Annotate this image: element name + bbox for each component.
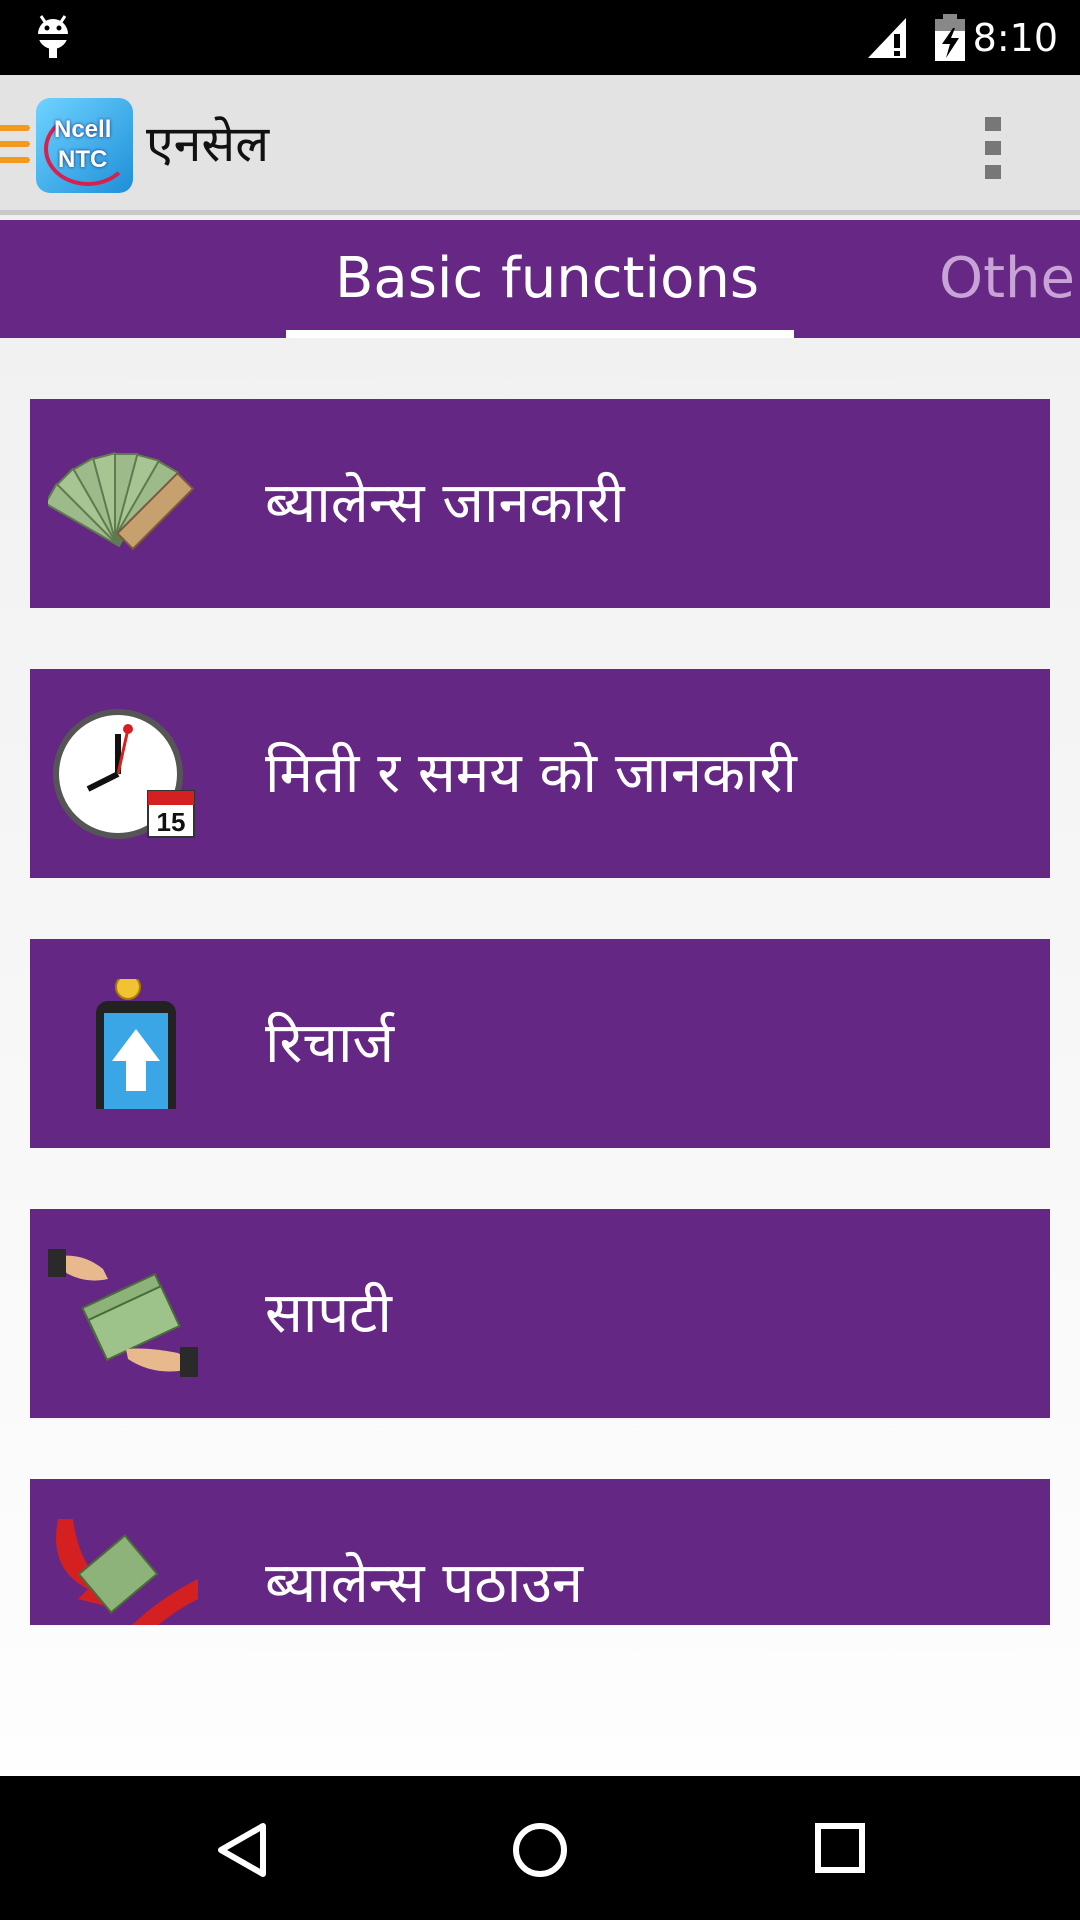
list-item-label: मिती र समय को जानकारी: [265, 741, 797, 806]
list-item-label: सापटी: [265, 1281, 392, 1346]
calendar-day: 15: [157, 807, 186, 837]
logo-text-ntc: NTC: [58, 146, 108, 173]
recents-icon[interactable]: [814, 1822, 866, 1874]
status-bar: 8:10: [0, 0, 1080, 75]
app-logo[interactable]: Ncell NTC: [36, 98, 133, 193]
back-icon[interactable]: [215, 1822, 269, 1878]
app-bar: Ncell NTC एनसेल: [0, 75, 1080, 215]
list-item-loan[interactable]: सापटी: [30, 1209, 1050, 1418]
tab-bar: Basic functions Other: [0, 220, 1080, 338]
money-fan-icon: [48, 452, 195, 551]
money-send-icon: [56, 1519, 198, 1625]
tab-other[interactable]: Other: [939, 246, 1080, 312]
list-item-label: ब्यालेन्स जानकारी: [265, 471, 625, 536]
status-clock: 8:10: [972, 16, 1058, 60]
tab-basic-functions[interactable]: Basic functions: [335, 246, 759, 312]
battery-charging-icon: [935, 14, 965, 61]
function-list[interactable]: ब्यालेन्स जानकारी 15 मिती र समय को जानका…: [0, 338, 1080, 1625]
tab-indicator: [286, 330, 794, 338]
overflow-menu-icon[interactable]: [985, 117, 1001, 179]
list-item-balance-info[interactable]: ब्यालेन्स जानकारी: [30, 399, 1050, 608]
drawer-menu-icon[interactable]: [0, 125, 30, 167]
logo-text-ncell: Ncell: [54, 116, 112, 143]
android-debug-icon: [38, 15, 68, 58]
clock-calendar-icon: 15: [53, 709, 195, 839]
list-item-recharge[interactable]: रिचार्ज: [30, 939, 1050, 1148]
list-item-label: रिचार्ज: [265, 1011, 395, 1076]
navigation-bar: [0, 1776, 1080, 1920]
home-icon[interactable]: [512, 1822, 568, 1878]
money-exchange-icon: [48, 1249, 198, 1377]
app-title: एनसेल: [146, 115, 270, 173]
phone-recharge-icon: [96, 979, 176, 1109]
list-item-date-time-info[interactable]: 15 मिती र समय को जानकारी: [30, 669, 1050, 878]
list-item-label: ब्यालेन्स पठाउन: [265, 1551, 584, 1616]
list-item-balance-transfer[interactable]: ब्यालेन्स पठाउन: [30, 1479, 1050, 1625]
signal-icon: [868, 18, 906, 58]
